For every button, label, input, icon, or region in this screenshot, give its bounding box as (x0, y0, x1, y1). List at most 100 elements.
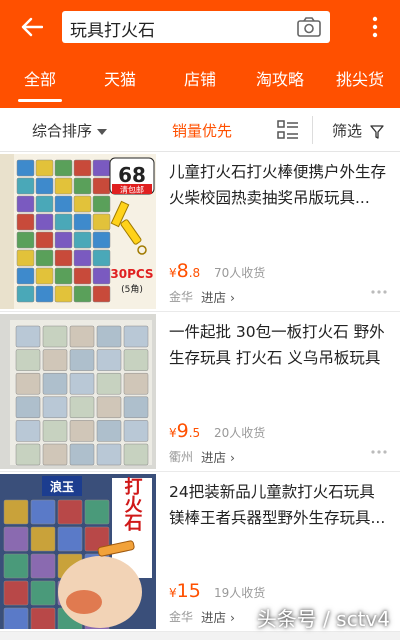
packet-thumbnail (3, 553, 29, 579)
packet-thumbnail (30, 580, 56, 606)
product-image[interactable]: 浪玉 打火石 (0, 474, 156, 629)
packet-thumbnail (16, 213, 35, 231)
packet-thumbnail (96, 372, 122, 395)
more-options-icon[interactable] (370, 447, 388, 457)
packet-thumbnail (42, 443, 68, 466)
price-decimal: .8 (188, 266, 201, 280)
price-decimal: .5 (188, 426, 201, 440)
packet-thumbnail (30, 499, 56, 525)
more-vertical-icon[interactable] (364, 12, 386, 42)
caret-down-icon (97, 128, 108, 135)
packet-thumbnail (123, 349, 149, 371)
packet-thumbnail (15, 349, 41, 371)
sort-divider (312, 116, 313, 144)
packet-thumbnail (35, 231, 54, 249)
seller-location: 衢州 (169, 450, 194, 464)
more-options-icon[interactable] (370, 287, 388, 297)
product-card[interactable]: 68 清包邮 30PCS (5角) 儿童打火石打火棒便携户外生存火柴校园热卖抽奖… (0, 152, 400, 312)
packet-thumbnail (42, 325, 68, 348)
packet-thumbnail (96, 325, 122, 348)
image-price-note: (5角) (121, 283, 143, 295)
enter-shop-link[interactable]: 进店 › (201, 607, 235, 626)
category-tabs: 全部 天猫 店铺 淘攻略 挑尖货 (0, 62, 400, 102)
camera-icon[interactable] (296, 15, 322, 39)
tab-guides[interactable]: 淘攻略 (240, 62, 320, 102)
packet-thumbnail (54, 231, 73, 249)
product-card[interactable]: 一件起批 30包一板打火石 野外生存玩具 打火石 义乌吊板玩具 ¥9.5 20人… (0, 312, 400, 472)
packet-thumbnail (30, 607, 56, 629)
packet-thumbnail (73, 249, 92, 267)
packet-thumbnail (16, 231, 35, 249)
product-image[interactable] (0, 314, 156, 469)
sold-count: 20人收货 (214, 426, 266, 440)
packet-thumbnail (15, 325, 41, 348)
packet-thumbnail (96, 420, 122, 442)
packet-thumbnail (54, 159, 73, 177)
packet-thumbnail (123, 443, 149, 466)
sold-count: 19人收货 (214, 586, 266, 600)
packet-thumbnail (16, 285, 35, 303)
packet-thumbnail (35, 177, 54, 195)
packet-thumbnail (54, 285, 73, 303)
packet-thumbnail (42, 372, 68, 395)
tab-tmall[interactable]: 天猫 (80, 62, 160, 102)
tab-all[interactable]: 全部 (0, 62, 80, 102)
tab-shops[interactable]: 店铺 (160, 62, 240, 102)
product-title[interactable]: 24把装新品儿童款打火石玩具镁棒王者兵器型野外生存玩具... (169, 479, 387, 531)
packet-thumbnail (35, 159, 54, 177)
price-integer: 9 (176, 420, 189, 442)
sort-sales-button[interactable]: 销量优先 (172, 120, 232, 141)
packet-thumbnail (54, 267, 73, 285)
packet-thumbnail (15, 396, 41, 419)
image-vertical-title: 打火石 (122, 476, 144, 532)
packet-thumbnail (69, 420, 95, 442)
packet-thumbnail (69, 349, 95, 371)
sort-default-label: 综合排序 (32, 122, 93, 140)
packet-thumbnail (35, 249, 54, 267)
enter-shop-link[interactable]: 进店 › (201, 287, 235, 306)
tab-premium[interactable]: 挑尖货 (320, 62, 400, 102)
packet-thumbnail (42, 420, 68, 442)
packet-thumbnail (123, 396, 149, 419)
seller-location: 金华 (169, 290, 194, 304)
packet-thumbnail (3, 580, 29, 606)
filter-button[interactable]: 筛选 (332, 120, 384, 141)
search-input[interactable]: 玩具打火石 (62, 11, 330, 43)
packet-thumbnail (73, 213, 92, 231)
packet-thumbnail (54, 177, 73, 195)
image-brand-label: 浪玉 (50, 479, 74, 494)
sold-count: 70人收货 (214, 266, 266, 280)
list-view-icon[interactable] (276, 118, 300, 142)
packet-thumbnail (30, 526, 56, 552)
image-badge-number: 68 (118, 163, 146, 187)
packet-thumbnail (92, 159, 111, 177)
packet-thumbnail (69, 372, 95, 395)
packet-thumbnail (123, 372, 149, 395)
seller-location: 金华 (169, 610, 194, 624)
arrow-left-icon (21, 17, 43, 37)
packet-thumbnail (16, 177, 35, 195)
packet-thumbnail (16, 195, 35, 213)
product-title[interactable]: 儿童打火石打火棒便携户外生存火柴校园热卖抽奖吊版玩具... (169, 159, 387, 211)
packet-thumbnail (15, 420, 41, 442)
packet-thumbnail (123, 420, 149, 442)
packet-thumbnail (15, 443, 41, 466)
packet-thumbnail (73, 267, 92, 285)
search-query-text: 玩具打火石 (70, 21, 155, 41)
packet-thumbnail (92, 195, 111, 213)
packet-thumbnail (73, 285, 92, 303)
product-image[interactable]: 68 清包邮 30PCS (5角) (0, 154, 156, 309)
sort-default-dropdown[interactable]: 综合排序 (32, 120, 108, 141)
enter-shop-link[interactable]: 进店 › (201, 447, 235, 466)
packet-thumbnail (69, 443, 95, 466)
packet-thumbnail (35, 213, 54, 231)
packet-thumbnail (30, 553, 56, 579)
product-title[interactable]: 一件起批 30包一板打火石 野外生存玩具 打火石 义乌吊板玩具 (169, 319, 387, 371)
packet-thumbnail (96, 349, 122, 371)
packet-thumbnail (42, 349, 68, 371)
packet-thumbnail (96, 396, 122, 419)
packet-thumbnail (16, 159, 35, 177)
back-button[interactable] (14, 12, 50, 42)
packet-thumbnail (69, 396, 95, 419)
header-bar: 玩具打火石 全部 天猫 店铺 淘攻略 挑尖货 (0, 0, 400, 108)
